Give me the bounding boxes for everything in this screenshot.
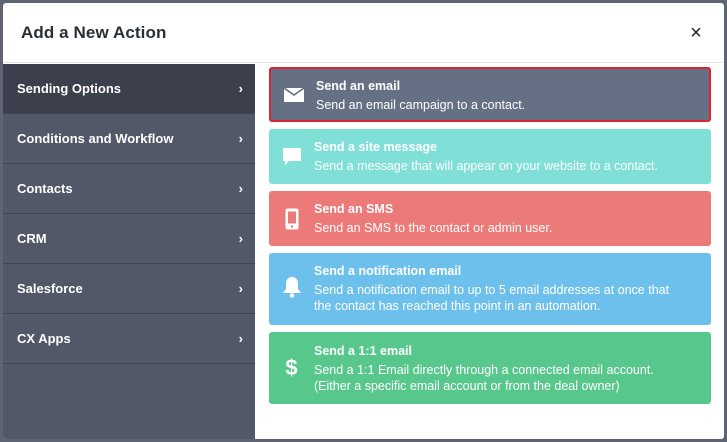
sidebar-item-conditions-and-workflow[interactable]: Conditions and Workflow ›: [3, 114, 255, 164]
chat-bubble-icon: [269, 129, 314, 184]
chevron-right-icon: ›: [238, 181, 243, 196]
action-description-line-2: (Either a specific email account or from…: [314, 379, 620, 393]
modal-header: Add a New Action ×: [3, 3, 724, 63]
chevron-right-icon: ›: [238, 231, 243, 246]
modal-title: Add a New Action: [21, 22, 167, 42]
action-description: Send an SMS to the contact or admin user…: [314, 221, 553, 235]
bell-icon: [269, 253, 314, 321]
sidebar-item-label: Sending Options: [17, 81, 121, 96]
category-sidebar: Sending Options › Conditions and Workflo…: [3, 64, 255, 439]
chevron-right-icon: ›: [238, 331, 243, 346]
action-send-notification-email[interactable]: Send a notification email Send a notific…: [269, 253, 711, 325]
action-send-one-to-one-email[interactable]: $ Send a 1:1 email Send a 1:1 Email dire…: [269, 332, 711, 404]
sidebar-item-sending-options[interactable]: Sending Options ›: [3, 64, 255, 114]
action-title: Send a notification email: [314, 264, 462, 278]
dollar-icon: $: [285, 355, 298, 380]
sidebar-item-label: Contacts: [17, 181, 73, 196]
sidebar-item-label: Conditions and Workflow: [17, 131, 174, 146]
mobile-phone-icon: [269, 191, 314, 246]
sidebar-item-crm[interactable]: CRM ›: [3, 214, 255, 264]
sidebar-item-label: CRM: [17, 231, 47, 246]
action-send-site-message[interactable]: Send a site message Send a message that …: [269, 129, 711, 184]
action-title: Send an email: [316, 79, 401, 93]
action-title: Send an SMS: [314, 202, 394, 216]
sidebar-item-contacts[interactable]: Contacts ›: [3, 164, 255, 214]
chevron-right-icon: ›: [238, 131, 243, 146]
close-icon[interactable]: ×: [686, 23, 706, 43]
sidebar-item-cx-apps[interactable]: CX Apps ›: [3, 314, 255, 364]
modal-body: Sending Options › Conditions and Workflo…: [3, 64, 724, 439]
action-description-line-1: Send a notification email to up to 5 ema…: [314, 283, 670, 297]
sidebar-item-label: CX Apps: [17, 331, 71, 346]
action-title: Send a 1:1 email: [314, 344, 412, 358]
action-list: Send an email Send an email campaign to …: [255, 64, 724, 439]
sidebar-item-salesforce[interactable]: Salesforce ›: [3, 264, 255, 314]
action-description-line-1: Send a 1:1 Email directly through a conn…: [314, 363, 654, 377]
action-send-sms[interactable]: Send an SMS Send an SMS to the contact o…: [269, 191, 711, 246]
action-send-email[interactable]: Send an email Send an email campaign to …: [269, 67, 711, 122]
action-description: Send a message that will appear on your …: [314, 159, 658, 173]
add-action-modal: Add a New Action × Sending Options › Con…: [3, 3, 724, 439]
sidebar-item-label: Salesforce: [17, 281, 83, 296]
action-title: Send a site message: [314, 140, 437, 154]
envelope-icon: [271, 69, 316, 120]
action-description-line-2: the contact has reached this point in an…: [314, 299, 601, 313]
action-description: Send an email campaign to a contact.: [316, 98, 526, 112]
chevron-right-icon: ›: [238, 81, 243, 96]
chevron-right-icon: ›: [238, 281, 243, 296]
